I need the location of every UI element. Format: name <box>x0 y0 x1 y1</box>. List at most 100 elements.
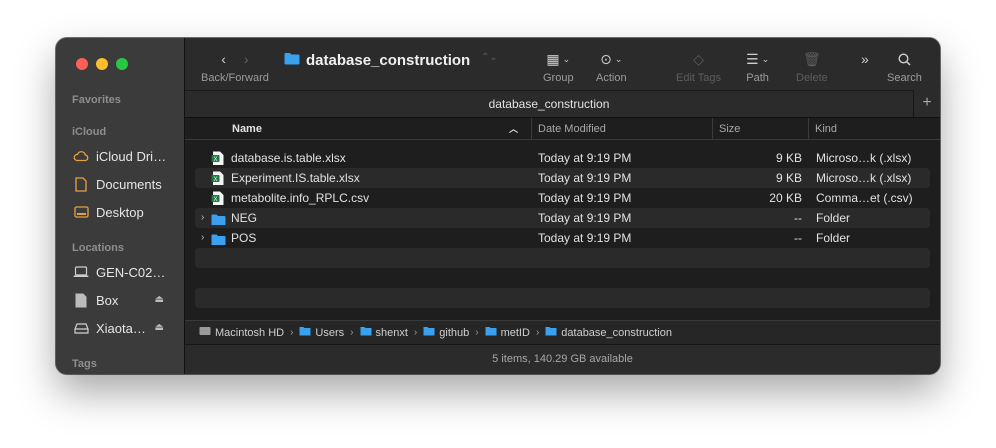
file-name: Experiment.IS.table.xlsx <box>231 171 360 185</box>
file-size: 9 KB <box>775 171 802 185</box>
sidebar-item-computer[interactable]: GEN-C02… <box>73 262 181 282</box>
path-button[interactable]: ☰ ⌄ Path <box>746 48 770 85</box>
breadcrumb-label: github <box>439 326 470 339</box>
empty-row <box>195 268 930 288</box>
trash-icon: 🗑 <box>803 50 821 67</box>
sidebar-item-label: iCloud Dri… <box>96 148 167 164</box>
svg-text:X: X <box>213 177 217 183</box>
status-bar: 5 items, 140.29 GB available <box>185 344 940 374</box>
folder-icon <box>545 326 557 339</box>
toolbar: ‹ › Back/Forward database_construction ⌃… <box>185 38 940 90</box>
breadcrumb-label: Macintosh HD <box>215 326 285 339</box>
breadcrumb-item[interactable]: database_construction <box>545 326 672 339</box>
sidebar-section-favorites: Favorites <box>72 94 121 106</box>
excel-file-icon: X <box>211 171 225 185</box>
empty-row <box>195 248 930 268</box>
table-row[interactable]: X metabolite.info_RPLC.csv Today at 9:19… <box>195 188 930 208</box>
minimize-button[interactable] <box>96 58 108 70</box>
ellipsis-circle-icon: ⊙ ⌄ <box>600 50 623 67</box>
file-date: Today at 9:19 PM <box>538 191 632 205</box>
folder-icon <box>211 212 226 225</box>
chevron-right-icon[interactable]: › <box>244 51 249 67</box>
back-forward-control[interactable]: ‹ › Back/Forward <box>201 48 269 84</box>
svg-text:X: X <box>213 157 217 163</box>
search-icon <box>898 48 911 70</box>
new-tab-button[interactable]: + <box>913 90 940 118</box>
sidebar-item-label: Desktop <box>96 204 144 220</box>
window-controls <box>76 58 128 70</box>
column-name-label: Name <box>232 123 262 135</box>
disclosure-chevron-right-icon[interactable]: › <box>201 208 204 228</box>
file-name: metabolite.info_RPLC.csv <box>231 191 370 205</box>
path-label: Path <box>746 72 769 84</box>
edit-tags-button[interactable]: ◇ Edit Tags <box>676 48 722 85</box>
breadcrumb-item[interactable]: github <box>423 326 469 339</box>
chevron-right-icon: › <box>350 327 354 338</box>
column-name[interactable]: Name ︿ <box>226 118 528 140</box>
file-date: Today at 9:19 PM <box>538 151 632 165</box>
close-button[interactable] <box>76 58 88 70</box>
file-list: X database.is.table.xlsx Today at 9:19 P… <box>195 148 930 308</box>
folder-icon <box>284 52 300 69</box>
column-size[interactable]: Size <box>712 118 808 140</box>
chevron-right-icon: › <box>290 327 294 338</box>
delete-button[interactable]: 🗑 Delete <box>796 48 828 85</box>
sidebar-item-box[interactable]: Box <box>73 290 181 310</box>
desktop: Favorites iCloud iCloud Dri… Documents D… <box>0 0 996 448</box>
chevron-right-icon: › <box>535 327 540 338</box>
laptop-icon <box>73 264 89 280</box>
sidebar: Favorites iCloud iCloud Dri… Documents D… <box>56 38 185 374</box>
zoom-button[interactable] <box>116 58 128 70</box>
table-row[interactable]: › NEG Today at 9:19 PM -- Folder <box>195 208 930 228</box>
sidebar-item-icloud-drive[interactable]: iCloud Dri… <box>73 146 181 166</box>
breadcrumb-item[interactable]: shenxt <box>360 326 408 339</box>
file-date: Today at 9:19 PM <box>538 211 632 225</box>
file-size: -- <box>794 231 802 245</box>
edit-tags-label: Edit Tags <box>676 72 722 84</box>
table-row[interactable]: X Experiment.IS.table.xlsx Today at 9:19… <box>195 168 930 188</box>
list-icon: ☰ ⌄ <box>746 50 770 67</box>
column-headers: Name ︿ Date Modified Size Kind <box>185 118 940 140</box>
back-forward-label: Back/Forward <box>201 72 269 84</box>
eject-icon[interactable]: ⏏ <box>155 294 164 305</box>
overflow-button[interactable]: » <box>861 48 869 70</box>
csv-file-icon: X <box>211 191 225 205</box>
breadcrumb: Macintosh HD › Users › shenxt › github › <box>185 320 940 344</box>
group-label: Group <box>543 72 574 84</box>
file-size: 9 KB <box>775 151 802 165</box>
desktop-icon <box>73 204 89 220</box>
chevron-left-icon[interactable]: ‹ <box>221 51 226 67</box>
sidebar-section-locations: Locations <box>72 242 124 254</box>
sidebar-item-label: GEN-C02… <box>96 264 166 280</box>
file-kind: Folder <box>816 231 851 245</box>
tag-icon: ◇ <box>693 50 704 67</box>
grid-view-icon: ▦ ⌄ <box>546 50 571 67</box>
breadcrumb-item[interactable]: Macintosh HD <box>199 326 284 339</box>
title-stepper-icon[interactable]: ⌃⌄ <box>481 52 498 63</box>
disclosure-chevron-right-icon[interactable]: › <box>201 228 204 248</box>
search-button[interactable]: Search <box>887 48 922 84</box>
document-icon <box>73 292 89 308</box>
group-button[interactable]: ▦ ⌄ Group <box>543 48 574 85</box>
sidebar-item-label: Box <box>96 292 119 308</box>
file-name: NEG <box>231 211 258 225</box>
table-row[interactable]: › POS Today at 9:19 PM -- Folder <box>195 228 930 248</box>
file-date: Today at 9:19 PM <box>538 171 632 185</box>
double-chevron-right-icon: » <box>861 51 869 67</box>
column-kind[interactable]: Kind <box>808 118 940 140</box>
tab-title[interactable]: database_construction <box>185 90 913 118</box>
file-kind: Folder <box>816 211 851 225</box>
file-name: POS <box>231 231 257 245</box>
column-date[interactable]: Date Modified <box>531 118 711 140</box>
sidebar-item-desktop[interactable]: Desktop <box>73 202 181 222</box>
action-button[interactable]: ⊙ ⌄ Action <box>596 48 627 85</box>
search-label: Search <box>887 72 922 84</box>
eject-icon[interactable]: ⏏ <box>155 322 164 333</box>
breadcrumb-item[interactable]: Users <box>299 326 344 339</box>
chevron-right-icon: › <box>475 327 479 338</box>
window-title: database_construction <box>284 52 470 69</box>
breadcrumb-item[interactable]: metID <box>485 326 530 339</box>
sidebar-item-documents[interactable]: Documents <box>73 174 181 194</box>
sidebar-item-drive[interactable]: Xiaota… <box>73 318 181 338</box>
table-row[interactable]: X database.is.table.xlsx Today at 9:19 P… <box>195 148 930 168</box>
